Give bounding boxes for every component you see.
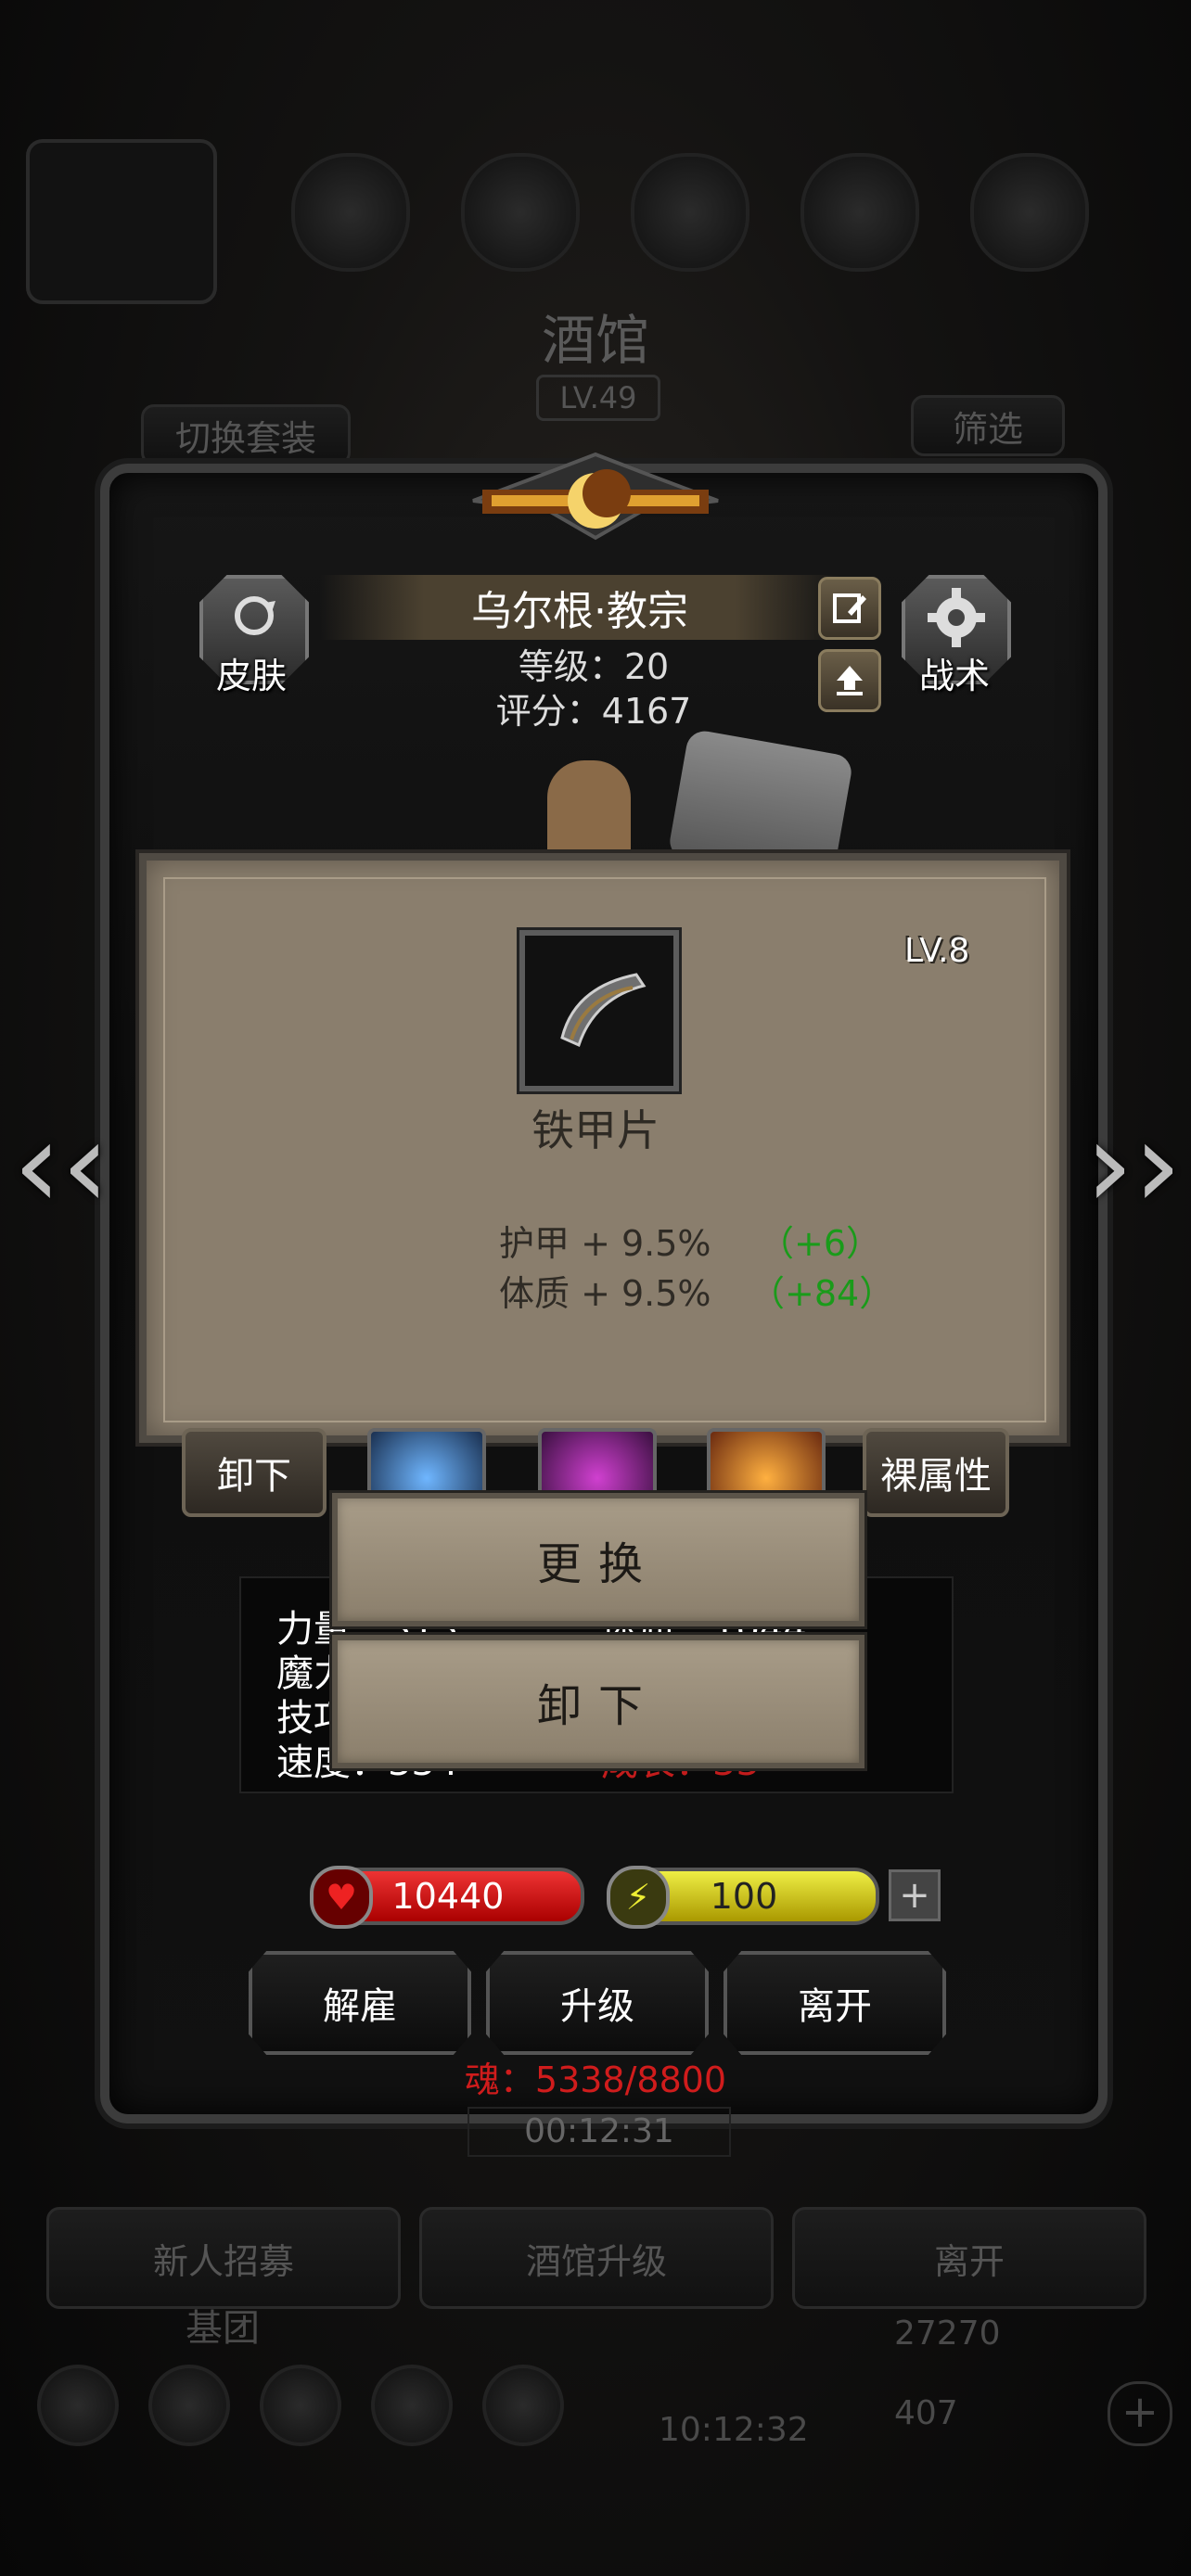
gem-count: 407 <box>894 2394 958 2432</box>
edit-name-button[interactable] <box>818 577 881 640</box>
menu-icon-2[interactable] <box>148 2365 230 2446</box>
attribute-constitution-bonus: （+84） <box>749 1273 895 1314</box>
item-slot <box>519 930 679 1091</box>
hero-portrait-frame[interactable] <box>26 139 217 304</box>
hero-score: 评分：4167 <box>495 691 692 732</box>
tavern-title: 酒馆 <box>541 309 649 372</box>
skin-label: 皮肤 <box>215 656 287 696</box>
item-name: 铁甲片 <box>531 1105 660 1155</box>
upgrade-button[interactable]: 升级 <box>486 1951 709 2055</box>
item-level: LV.8 <box>904 932 970 970</box>
refresh-icon <box>235 596 275 635</box>
leave-tavern-button[interactable]: 离开 <box>792 2207 1146 2309</box>
next-hero-arrow[interactable]: ›› <box>1085 1094 1182 1235</box>
group-label: 基团 <box>186 2307 260 2350</box>
menu-icon-4[interactable] <box>371 2365 453 2446</box>
menu-icon-5[interactable] <box>482 2365 564 2446</box>
bare-attributes-button[interactable]: 裸属性 <box>863 1428 1009 1517</box>
switch-outfit-button[interactable]: 切换套装 <box>141 404 351 465</box>
gear-icon <box>928 588 985 647</box>
attribute-constitution: 体质 + 9.5% <box>499 1273 711 1314</box>
heart-icon: ♥ <box>310 1866 373 1929</box>
hero-name: 乌尔根·教宗 <box>320 575 839 640</box>
category-icon-3[interactable] <box>631 153 749 272</box>
upload-icon <box>837 666 863 695</box>
energy-value: 100 <box>710 1876 778 1917</box>
replace-button[interactable]: 更换 <box>332 1493 864 1626</box>
soul-counter: 魂：5338/8800 <box>464 2060 727 2100</box>
attribute-armor: 护甲 + 9.5% <box>499 1223 711 1264</box>
filter-button[interactable]: 筛选 <box>911 395 1065 456</box>
armor-plate-icon <box>560 973 647 1048</box>
lightning-icon: ⚡ <box>607 1866 670 1929</box>
hp-value: 10440 <box>391 1876 505 1917</box>
previous-hero-arrow[interactable]: ‹‹ <box>13 1094 109 1235</box>
edit-icon <box>833 593 866 623</box>
dismiss-button[interactable]: 解雇 <box>249 1951 471 2055</box>
menu-icon-3[interactable] <box>260 2365 341 2446</box>
add-energy-button[interactable]: + <box>889 1869 941 1921</box>
category-icon-1[interactable] <box>291 153 410 272</box>
unequip-all-button[interactable]: 卸下 <box>182 1428 327 1517</box>
recruit-button[interactable]: 新人招募 <box>46 2207 401 2309</box>
hero-level: 等级：20 <box>518 646 670 687</box>
unequip-button[interactable]: 卸下 <box>332 1635 864 1768</box>
menu-icon-1[interactable] <box>37 2365 119 2446</box>
gold-count: 27270 <box>894 2315 1001 2353</box>
tactics-label: 战术 <box>918 656 990 696</box>
hero-figure <box>519 728 909 886</box>
category-icon-2[interactable] <box>461 153 580 272</box>
category-icon-5[interactable] <box>970 153 1089 272</box>
clock-readout: 10:12:32 <box>659 2411 809 2449</box>
timer-readout: 00:12:31 <box>467 2107 731 2157</box>
leave-panel-button[interactable]: 离开 <box>724 1951 946 2055</box>
add-currency-icon[interactable]: + <box>1108 2381 1172 2446</box>
tavern-upgrade-button[interactable]: 酒馆升级 <box>419 2207 774 2309</box>
attribute-armor-bonus: （+6） <box>759 1223 882 1264</box>
crescent-emblem <box>472 452 719 541</box>
share-button[interactable] <box>818 649 881 712</box>
tavern-level: LV.49 <box>536 375 660 421</box>
category-icon-4[interactable] <box>800 153 919 272</box>
